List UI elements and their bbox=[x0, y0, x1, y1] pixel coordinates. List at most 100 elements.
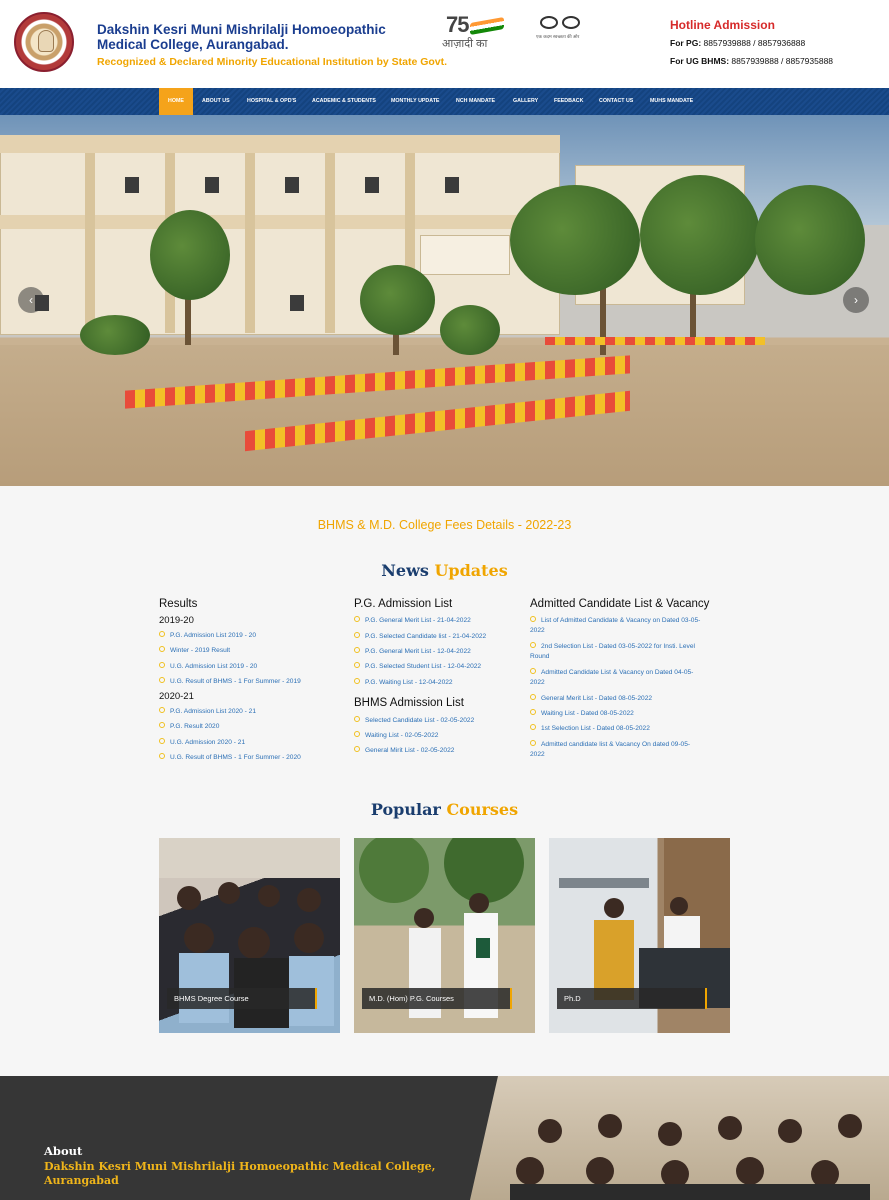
bullet-icon bbox=[530, 642, 536, 649]
course-card-phd[interactable]: Ph.D bbox=[549, 838, 730, 1033]
bullet-icon bbox=[530, 616, 536, 623]
list-item[interactable]: Admitted Candidate List & Vacancy on Dat… bbox=[530, 668, 725, 688]
list-item[interactable]: 2nd Selection List - Dated 03-05-2022 fo… bbox=[530, 642, 725, 662]
azadi-ka-amrit-mahotsav-logo: 75 आज़ादी का bbox=[440, 12, 508, 52]
footer-about: About Dakshin Kesri Muni Mishrilalji Hom… bbox=[0, 1076, 889, 1200]
bullet-icon bbox=[530, 694, 536, 701]
list-item[interactable]: General Merit List - Dated 08-05-2022 bbox=[530, 694, 725, 704]
bullet-icon bbox=[354, 731, 360, 738]
courses-title-b: Courses bbox=[446, 800, 519, 819]
nav-monthly-update[interactable]: MONTHLY UPDATE bbox=[382, 88, 448, 115]
bullet-icon bbox=[354, 746, 360, 753]
list-item[interactable]: U.G. Result of BHMS - 1 For Summer - 201… bbox=[159, 677, 301, 687]
bullet-icon bbox=[159, 631, 165, 638]
hotline-pg: For PG: 8857939888 / 8857936888 bbox=[670, 38, 805, 48]
bullet-icon bbox=[354, 616, 360, 623]
nav-academic-students[interactable]: ACADEMIC & STUDENTS bbox=[303, 88, 385, 115]
bhms-admission-heading: BHMS Admission List bbox=[354, 697, 464, 709]
nav-home[interactable]: HOME bbox=[159, 88, 193, 115]
azadi-number: 75 bbox=[446, 12, 470, 37]
list-item[interactable]: P.G. Selected Student List - 12-04-2022 bbox=[354, 662, 481, 672]
results-year-2020-21: 2020-21 bbox=[159, 691, 194, 702]
hero-slider[interactable]: ‹ › bbox=[0, 115, 889, 486]
hotline-pg-numbers[interactable]: 8857939888 / 8857936888 bbox=[704, 38, 806, 48]
list-item[interactable]: P.G. Selected Candidate list - 21-04-202… bbox=[354, 632, 486, 642]
bullet-icon bbox=[530, 709, 536, 716]
bullet-icon bbox=[159, 753, 165, 760]
list-item[interactable]: P.G. General Merit List - 21-04-2022 bbox=[354, 616, 471, 626]
list-item[interactable]: Waiting List - Dated 08-05-2022 bbox=[530, 709, 725, 719]
news-title-a: News bbox=[381, 561, 429, 580]
list-item[interactable]: P.G. Result 2020 bbox=[159, 722, 219, 732]
swachh-bharat-logo: एक कदम स्वच्छता की ओर bbox=[536, 14, 606, 44]
list-item[interactable]: P.G. Waiting List - 12-04-2022 bbox=[354, 678, 453, 688]
site-header: Dakshin Kesri Muni Mishrilalji Homoeopat… bbox=[0, 0, 889, 88]
college-logo[interactable] bbox=[14, 12, 74, 72]
nav-muhs-mandate[interactable]: MUHS MANDATE bbox=[641, 88, 702, 115]
course-label: BHMS Degree Course bbox=[167, 988, 317, 1009]
course-card-bhms[interactable]: BHMS Degree Course bbox=[159, 838, 340, 1033]
news-updates-title: News Updates bbox=[0, 561, 889, 580]
course-label: Ph.D bbox=[557, 988, 707, 1009]
nav-contact-us[interactable]: CONTACT US bbox=[590, 88, 642, 115]
bullet-icon bbox=[159, 646, 165, 653]
list-item[interactable]: 1st Selection List - Dated 08-05-2022 bbox=[530, 724, 725, 734]
hotline-title: Hotline Admission bbox=[670, 18, 775, 32]
bullet-icon bbox=[354, 662, 360, 669]
main-nav: HOME ABOUT US HOSPITAL & OPD'S ACADEMIC … bbox=[0, 88, 889, 115]
list-item[interactable]: P.G. Admission List 2019 - 20 bbox=[159, 631, 256, 641]
list-item[interactable]: P.G. Admission List 2020 - 21 bbox=[159, 707, 256, 717]
bullet-icon bbox=[354, 647, 360, 654]
pg-admission-heading: P.G. Admission List bbox=[354, 598, 453, 610]
results-year-2019-20: 2019-20 bbox=[159, 615, 194, 626]
bullet-icon bbox=[530, 724, 536, 731]
bullet-icon bbox=[354, 716, 360, 723]
admitted-candidate-heading: Admitted Candidate List & Vacancy bbox=[530, 598, 710, 610]
nav-feedback[interactable]: FEEDBACK bbox=[545, 88, 592, 115]
nav-hospital-opds[interactable]: HOSPITAL & OPD'S bbox=[238, 88, 305, 115]
slider-prev-button[interactable]: ‹ bbox=[18, 287, 44, 313]
slider-next-button[interactable]: › bbox=[843, 287, 869, 313]
nav-nch-mandate[interactable]: NCH MANDATE bbox=[447, 88, 504, 115]
bullet-icon bbox=[530, 740, 536, 747]
results-heading: Results bbox=[159, 598, 198, 610]
college-signboard bbox=[420, 235, 510, 275]
bullet-icon bbox=[530, 668, 536, 675]
hotline-ug-label: For UG BHMS: bbox=[670, 56, 730, 66]
bullet-icon bbox=[159, 662, 165, 669]
list-item[interactable]: U.G. Admission List 2019 - 20 bbox=[159, 662, 257, 672]
bullet-icon bbox=[159, 677, 165, 684]
azadi-text: आज़ादी का bbox=[442, 38, 488, 50]
fees-details-link[interactable]: BHMS & M.D. College Fees Details - 2022-… bbox=[0, 518, 889, 532]
list-item[interactable]: U.G. Admission 2020 - 21 bbox=[159, 738, 245, 748]
bullet-icon bbox=[159, 738, 165, 745]
courses-title-a: Popular bbox=[370, 800, 441, 819]
hotline-ug: For UG BHMS: 8857939888 / 8857935888 bbox=[670, 56, 833, 66]
list-item[interactable]: Selected Candidate List - 02-05-2022 bbox=[354, 716, 474, 726]
hotline-ug-numbers[interactable]: 8857939888 / 8857935888 bbox=[731, 56, 833, 66]
list-item[interactable]: List of Admitted Candidate & Vacancy on … bbox=[530, 616, 725, 636]
list-item[interactable]: Admitted candidate list & Vacancy On dat… bbox=[530, 740, 725, 760]
popular-courses-title: Popular Courses bbox=[0, 800, 889, 819]
list-item[interactable]: P.G. General Merit List - 12-04-2022 bbox=[354, 647, 471, 657]
list-item[interactable]: Winter - 2019 Result bbox=[159, 646, 230, 656]
news-title-b: Updates bbox=[434, 561, 508, 580]
glasses-right-icon bbox=[562, 16, 580, 29]
list-item[interactable]: General Mirit List - 02-05-2022 bbox=[354, 746, 454, 756]
bullet-icon bbox=[159, 722, 165, 729]
logo-figure-icon bbox=[38, 30, 54, 52]
swachh-text: एक कदम स्वच्छता की ओर bbox=[536, 34, 580, 39]
list-item[interactable]: Waiting List - 02-05-2022 bbox=[354, 731, 438, 741]
college-name[interactable]: Dakshin Kesri Muni Mishrilalji Homoeopat… bbox=[97, 22, 417, 52]
college-tagline: Recognized & Declared Minority Education… bbox=[97, 56, 448, 68]
list-item[interactable]: U.G. Result of BHMS - 1 For Summer - 202… bbox=[159, 753, 301, 763]
glasses-left-icon bbox=[540, 16, 558, 29]
course-card-md[interactable]: M.D. (Hom) P.G. Courses bbox=[354, 838, 535, 1033]
about-title: About bbox=[44, 1144, 83, 1158]
course-label: M.D. (Hom) P.G. Courses bbox=[362, 988, 512, 1009]
about-college-name: Dakshin Kesri Muni Mishrilalji Homoeopat… bbox=[44, 1160, 436, 1187]
bullet-icon bbox=[159, 707, 165, 714]
hotline-pg-label: For PG: bbox=[670, 38, 702, 48]
nav-gallery[interactable]: GALLERY bbox=[504, 88, 547, 115]
nav-about-us[interactable]: ABOUT US bbox=[193, 88, 239, 115]
